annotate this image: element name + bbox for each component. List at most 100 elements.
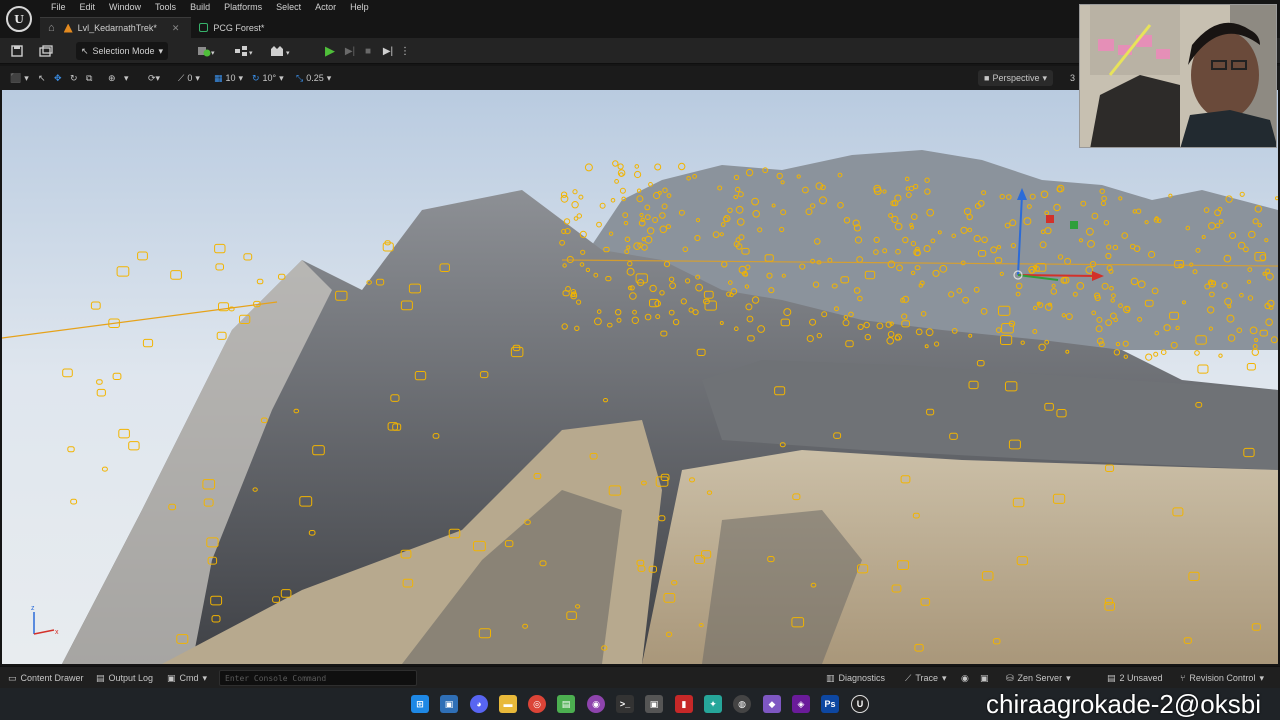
payment-watermark: chiraagrokade-2@oksbi	[986, 689, 1261, 719]
davinci-icon[interactable]: ◈	[792, 695, 810, 713]
unsaved-button[interactable]: ▤ 2 Unsaved	[1107, 670, 1163, 686]
add-actor-icon[interactable]: ▾	[194, 42, 220, 60]
translate-tool-icon[interactable]: ✥	[54, 70, 62, 86]
discord-icon[interactable]: ◕	[470, 695, 488, 713]
scale-snap-toggle[interactable]: ⤡ 0.25 ▾	[296, 70, 331, 86]
tab-pcg-label: PCG Forest*	[213, 22, 265, 33]
output-log-label: Output Log	[108, 673, 154, 683]
home-icon[interactable]: ⌂	[48, 22, 55, 34]
select-tool-icon[interactable]: ↖	[38, 70, 46, 86]
output-log-button[interactable]: ▤ Output Log	[96, 670, 153, 686]
selection-mode-label: Selection Mode	[92, 46, 155, 56]
terminal-icon[interactable]: ▣	[440, 695, 458, 713]
menu-platforms[interactable]: Platforms	[217, 0, 269, 16]
main-menu: File Edit Window Tools Build Platforms S…	[44, 0, 376, 16]
diagnostics-icon: ▥	[826, 672, 835, 683]
chevron-down-icon: ▾	[1259, 672, 1264, 683]
menu-file[interactable]: File	[44, 0, 73, 16]
level-icon	[63, 23, 73, 33]
step-forward-icon[interactable]: ▶|	[342, 42, 358, 60]
rotation-snap-toggle[interactable]: ⟋ 0 ▾	[178, 70, 200, 86]
tab-level[interactable]: ⌂ Lvl_KedarnathTrek* ✕	[40, 17, 192, 38]
svg-text:z: z	[31, 605, 35, 612]
menu-select[interactable]: Select	[269, 0, 308, 16]
grid-snap-toggle[interactable]: ▦ 10 ▾	[214, 70, 243, 86]
screenshot-icon[interactable]: ▣	[645, 695, 663, 713]
rotate-tool-icon[interactable]: ↻	[70, 70, 78, 86]
more-options-icon[interactable]: ⋮	[400, 42, 410, 60]
unreal-icon[interactable]: U	[851, 695, 869, 713]
trace-icon: ⟋	[905, 672, 912, 683]
eject-icon[interactable]: ▶|	[380, 42, 396, 60]
terminal-icon: ▣	[167, 672, 176, 683]
tab-pcg-forest[interactable]: PCG Forest*	[191, 17, 276, 38]
screenshot-icon[interactable]: ▣	[980, 670, 989, 686]
github-icon[interactable]: ◉	[587, 695, 605, 713]
surface-snap-icon[interactable]: ⟳▾	[148, 70, 160, 86]
unsaved-label: 2 Unsaved	[1119, 673, 1163, 683]
coordinate-dropdown-icon[interactable]: ▾	[124, 70, 129, 86]
zen-server-dropdown[interactable]: ⛁ Zen Server ▾	[1006, 670, 1071, 686]
angle-snap-value: 10°	[262, 73, 277, 83]
menu-help[interactable]: Help	[343, 0, 376, 16]
console-command-input[interactable]: Enter Console Command	[219, 670, 417, 686]
save-icon[interactable]	[8, 42, 26, 60]
obs-icon[interactable]: ◍	[733, 695, 751, 713]
svg-text:▾: ▾	[211, 50, 215, 57]
chevron-down-icon: ▾	[279, 72, 284, 83]
transform-mode-dropdown[interactable]: ⬛ ▾	[10, 70, 29, 86]
world-space-icon[interactable]: ⊕	[108, 70, 116, 86]
selection-mode-dropdown[interactable]: ↖ Selection Mode ▾	[76, 42, 168, 60]
perspective-dropdown[interactable]: ■ Perspective ▾	[978, 70, 1053, 86]
stop-icon[interactable]: ■	[360, 42, 376, 60]
chevron-down-icon: ▾	[1042, 72, 1047, 83]
content-drawer-label: Content Drawer	[20, 673, 84, 683]
revision-control-dropdown[interactable]: ⑂ Revision Control ▾	[1180, 670, 1264, 686]
menu-tools[interactable]: Tools	[148, 0, 183, 16]
rotation-snap-value: 0	[187, 73, 193, 83]
chevron-down-icon: ▾	[1066, 672, 1071, 683]
red-app-icon[interactable]: ▮	[675, 695, 693, 713]
webcam-overlay	[1079, 4, 1277, 148]
angle-snap-toggle[interactable]: ↻ 10° ▾	[252, 70, 284, 86]
level-viewport[interactable]: z x	[2, 90, 1278, 664]
chevron-down-icon: ▾	[24, 72, 29, 83]
menu-edit[interactable]: Edit	[73, 0, 103, 16]
chevron-down-icon: ▾	[202, 672, 208, 683]
chrome-icon[interactable]: ◎	[528, 695, 546, 713]
notepad-icon[interactable]: ▤	[557, 695, 575, 713]
unreal-logo-icon[interactable]: U	[6, 6, 32, 32]
browse-icon[interactable]	[36, 42, 56, 60]
photoshop-icon[interactable]: Ps	[821, 695, 839, 713]
chevron-down-icon: ▾	[326, 72, 332, 83]
diagnostics-button[interactable]: ▥ Diagnostics	[826, 670, 885, 686]
perspective-label: Perspective	[992, 73, 1040, 83]
windows-start-icon[interactable]: ⊞	[411, 695, 429, 713]
trace-dropdown[interactable]: ⟋ Trace ▾	[905, 670, 947, 686]
cinematics-icon[interactable]: ▾	[268, 42, 294, 60]
trace-label: Trace	[915, 673, 938, 683]
play-icon[interactable]: ▶	[322, 42, 338, 60]
content-drawer-button[interactable]: ▭ Content Drawer	[8, 670, 84, 686]
scale-tool-icon[interactable]: ⧉	[86, 70, 92, 86]
vscode-blue-icon[interactable]: ✦	[704, 695, 722, 713]
cmd-dropdown[interactable]: ▣ Cmd ▾	[167, 670, 207, 686]
visual-studio-icon[interactable]: ◆	[763, 695, 781, 713]
cut-off-value[interactable]: 3	[1070, 70, 1075, 86]
menu-actor[interactable]: Actor	[308, 0, 343, 16]
svg-text:▾: ▾	[249, 50, 253, 57]
close-icon[interactable]: ✕	[172, 23, 180, 34]
chevron-down-icon: ▾	[238, 72, 244, 83]
cmd-icon[interactable]: >_	[616, 695, 634, 713]
menu-build[interactable]: Build	[183, 0, 217, 16]
scale-snap-value: 0.25	[306, 73, 324, 83]
zen-server-label: Zen Server	[1017, 673, 1063, 683]
pcg-graph-icon	[199, 23, 209, 32]
log-icon: ▤	[96, 672, 105, 683]
menu-window[interactable]: Window	[102, 0, 148, 16]
revision-control-label: Revision Control	[1189, 673, 1256, 683]
blueprint-icon[interactable]: ▾	[232, 42, 256, 60]
file-explorer-icon[interactable]: ▬	[499, 695, 517, 713]
record-icon[interactable]: ◉	[961, 670, 969, 686]
chevron-down-icon: ▾	[941, 672, 947, 683]
